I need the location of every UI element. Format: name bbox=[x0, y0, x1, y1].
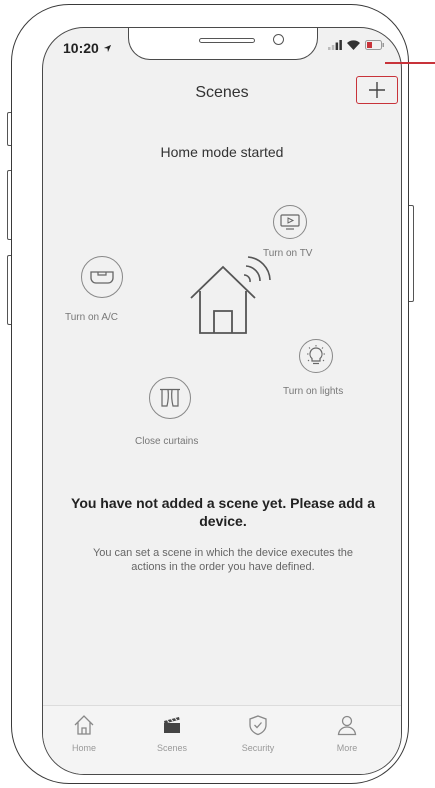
location-arrow-icon bbox=[103, 44, 111, 53]
bottom-tab-bar: Home Scenes Security More bbox=[43, 705, 401, 774]
empty-state-title: You have not added a scene yet. Please a… bbox=[71, 495, 375, 529]
person-icon bbox=[337, 715, 357, 736]
speaker bbox=[199, 38, 255, 43]
tab-more-label: More bbox=[336, 743, 358, 753]
battery-icon bbox=[365, 40, 384, 50]
curtains-icon bbox=[160, 388, 180, 407]
tab-more[interactable]: More bbox=[317, 714, 377, 753]
empty-state-description: You can set a scene in which the device … bbox=[92, 547, 354, 573]
light-bulb-icon bbox=[307, 345, 325, 365]
add-scene-button[interactable] bbox=[356, 76, 398, 104]
tv-action-circle bbox=[273, 205, 307, 239]
tab-scenes[interactable]: Scenes bbox=[142, 714, 202, 753]
tab-security-label: Security bbox=[241, 743, 275, 753]
home-icon bbox=[74, 715, 94, 735]
curtains-action-label: Close curtains bbox=[135, 436, 199, 447]
tab-scenes-label: Scenes bbox=[156, 743, 188, 753]
smart-home-icon bbox=[190, 256, 271, 334]
notch bbox=[128, 28, 318, 60]
phone-screen: 10:20 Scenes Home mode started Turn on T… bbox=[42, 27, 402, 775]
add-button-callout-line bbox=[385, 62, 435, 64]
tab-home-label: Home bbox=[71, 743, 96, 753]
tv-icon bbox=[280, 214, 300, 230]
tab-home[interactable]: Home bbox=[54, 714, 114, 753]
lights-action-label: Turn on lights bbox=[283, 386, 344, 397]
ac-action-circle bbox=[81, 256, 123, 298]
page-title: Scenes bbox=[195, 84, 249, 101]
mode-status-text: Home mode started bbox=[160, 144, 284, 160]
air-conditioner-icon bbox=[90, 271, 114, 284]
status-time: 10:20 bbox=[63, 40, 112, 56]
front-camera bbox=[273, 34, 284, 45]
cellular-signal-icon bbox=[328, 40, 342, 50]
curtains-action-circle bbox=[149, 377, 191, 419]
phone-frame: 10:20 Scenes Home mode started Turn on T… bbox=[11, 4, 409, 784]
status-icons bbox=[328, 40, 385, 50]
plus-icon bbox=[369, 82, 385, 98]
wifi-icon bbox=[347, 40, 360, 50]
scenes-icon bbox=[164, 717, 180, 733]
ac-action-label: Turn on A/C bbox=[65, 312, 118, 323]
tab-security[interactable]: Security bbox=[228, 714, 288, 753]
lights-action-circle bbox=[299, 339, 333, 373]
shield-icon bbox=[249, 715, 267, 736]
